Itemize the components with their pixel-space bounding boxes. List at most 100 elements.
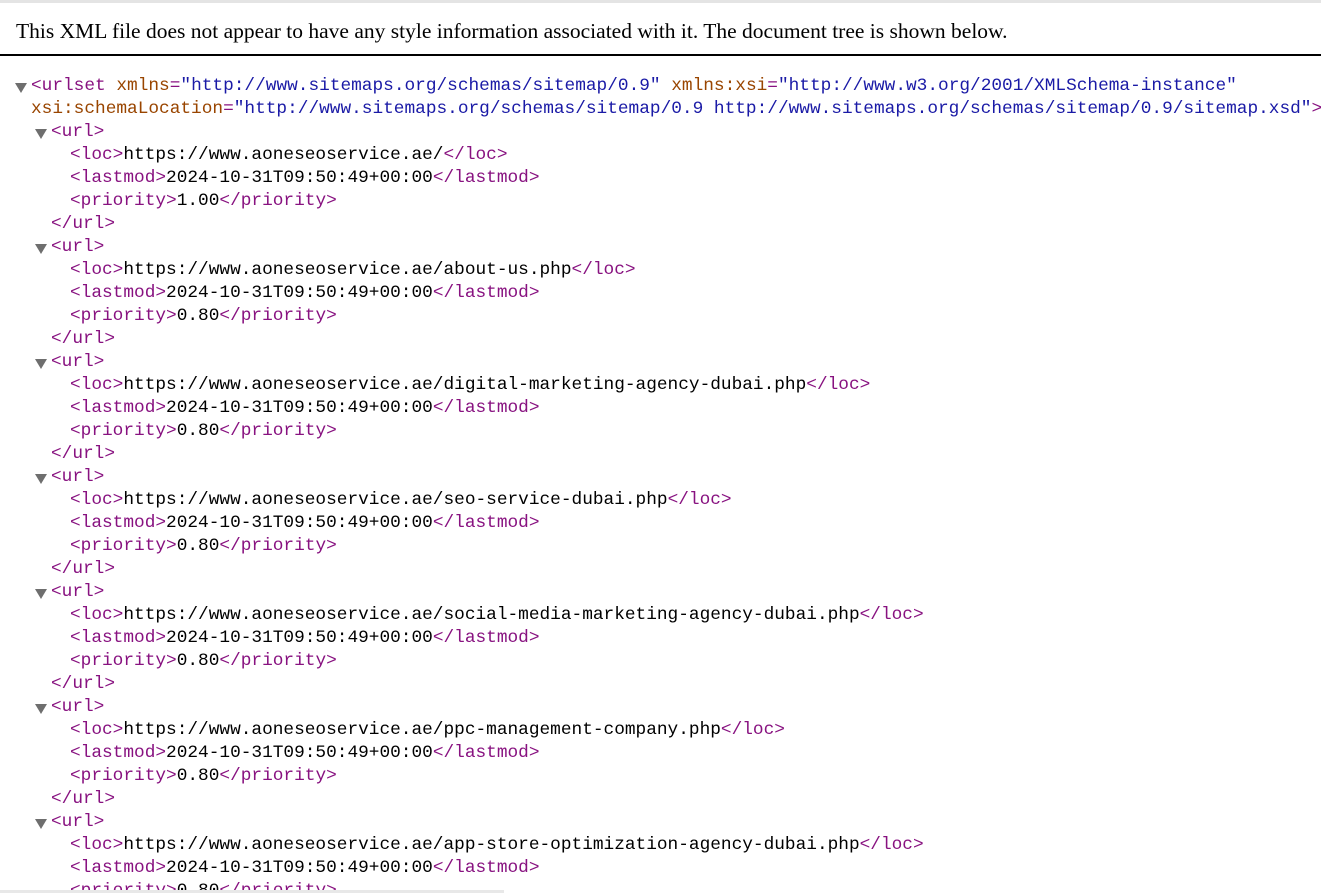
url-close-tag: </url> bbox=[51, 789, 116, 809]
url-close-line: </url> bbox=[51, 673, 115, 696]
priority-value: 0.80 bbox=[176, 766, 220, 786]
url-collapse-icon[interactable] bbox=[35, 704, 47, 714]
priority-open-tag: <priority> bbox=[70, 536, 177, 556]
url-collapse-icon[interactable] bbox=[35, 589, 47, 599]
loc-close-tag: </loc> bbox=[806, 375, 871, 395]
url-collapse-icon[interactable] bbox=[35, 474, 47, 484]
lastmod-open-tag: <lastmod> bbox=[70, 168, 167, 188]
lastmod-line: <lastmod>2024-10-31T09:50:49+00:00</last… bbox=[70, 167, 540, 190]
priority-value: 0.80 bbox=[176, 421, 220, 441]
url-collapse-icon[interactable] bbox=[35, 244, 47, 254]
urlset-attr-xmlns-xsi: xmlns:xsi bbox=[671, 76, 768, 96]
url-close-line: </url> bbox=[51, 443, 115, 466]
priority-line: <priority>0.80</priority> bbox=[70, 765, 337, 788]
url-collapse-icon[interactable] bbox=[35, 359, 47, 369]
url-open-tag: <url> bbox=[51, 352, 105, 372]
url-collapse-icon[interactable] bbox=[35, 819, 47, 829]
lastmod-value: 2024-10-31T09:50:49+00:00 bbox=[166, 398, 433, 418]
url-collapse-icon[interactable] bbox=[35, 129, 47, 139]
url-open-tag: <url> bbox=[51, 582, 105, 602]
priority-line: <priority>0.80</priority> bbox=[70, 535, 337, 558]
loc-line: <loc>https://www.aoneseoservice.ae/about… bbox=[70, 259, 636, 282]
loc-line: <loc>https://www.aoneseoservice.ae/app-s… bbox=[70, 834, 924, 857]
xml-tree: <urlset xmlns="http://www.sitemaps.org/s… bbox=[0, 75, 1321, 893]
priority-close-tag: </priority> bbox=[219, 651, 337, 671]
priority-open-tag: <priority> bbox=[70, 766, 177, 786]
priority-line: <priority>0.80</priority> bbox=[70, 650, 337, 673]
urlset-open-line-2: xsi:schemaLocation="http://www.sitemaps.… bbox=[31, 98, 1321, 121]
lastmod-line: <lastmod>2024-10-31T09:50:49+00:00</last… bbox=[70, 282, 540, 305]
priority-close-tag: </priority> bbox=[219, 191, 337, 211]
url-close-tag: </url> bbox=[51, 559, 116, 579]
url-close-line: </url> bbox=[51, 788, 115, 811]
lastmod-value: 2024-10-31T09:50:49+00:00 bbox=[166, 858, 433, 878]
priority-value: 0.80 bbox=[176, 536, 220, 556]
urlset-collapse-icon[interactable] bbox=[15, 83, 27, 93]
priority-close-tag: </priority> bbox=[219, 766, 337, 786]
priority-open-tag: <priority> bbox=[70, 306, 177, 326]
priority-line: <priority>0.80</priority> bbox=[70, 305, 337, 328]
loc-close-tag: </loc> bbox=[720, 720, 785, 740]
loc-open-tag: <loc> bbox=[70, 720, 124, 740]
lastmod-value: 2024-10-31T09:50:49+00:00 bbox=[166, 168, 433, 188]
urlset-attr-xmlns: xmlns bbox=[116, 76, 170, 96]
loc-line: <loc>https://www.aoneseoservice.ae/digit… bbox=[70, 374, 870, 397]
eq-sign: = bbox=[169, 76, 181, 96]
url-close-line: </url> bbox=[51, 558, 115, 581]
lastmod-open-tag: <lastmod> bbox=[70, 513, 167, 533]
loc-value: https://www.aoneseoservice.ae/digital-ma… bbox=[123, 375, 807, 395]
priority-line: <priority>0.80</priority> bbox=[70, 420, 337, 443]
loc-close-tag: </loc> bbox=[667, 490, 732, 510]
urlset-attr-schema-location-value: "http://www.sitemaps.org/schemas/sitemap… bbox=[233, 99, 1312, 119]
lastmod-open-tag: <lastmod> bbox=[70, 743, 167, 763]
loc-open-tag: <loc> bbox=[70, 375, 124, 395]
lastmod-value: 2024-10-31T09:50:49+00:00 bbox=[166, 628, 433, 648]
urlset-attr-xmlns-value: "http://www.sitemaps.org/schemas/sitemap… bbox=[180, 76, 661, 96]
lastmod-value: 2024-10-31T09:50:49+00:00 bbox=[166, 283, 433, 303]
url-open-tag: <url> bbox=[51, 697, 105, 717]
url-close-tag: </url> bbox=[51, 674, 116, 694]
loc-value: https://www.aoneseoservice.ae/ bbox=[123, 145, 444, 165]
url-close-tag: </url> bbox=[51, 444, 116, 464]
url-open-tag: <url> bbox=[51, 237, 105, 257]
lastmod-close-tag: </lastmod> bbox=[432, 743, 540, 763]
info-bar: This XML file does not appear to have an… bbox=[0, 3, 1321, 56]
lastmod-close-tag: </lastmod> bbox=[432, 858, 540, 878]
loc-close-tag: </loc> bbox=[443, 145, 508, 165]
lastmod-value: 2024-10-31T09:50:49+00:00 bbox=[166, 743, 433, 763]
lastmod-line: <lastmod>2024-10-31T09:50:49+00:00</last… bbox=[70, 857, 540, 880]
priority-close-tag: </priority> bbox=[219, 536, 337, 556]
loc-line: <loc>https://www.aoneseoservice.ae/</loc… bbox=[70, 144, 508, 167]
url-open-tag: <url> bbox=[51, 812, 105, 832]
lastmod-line: <lastmod>2024-10-31T09:50:49+00:00</last… bbox=[70, 742, 540, 765]
lastmod-open-tag: <lastmod> bbox=[70, 398, 167, 418]
priority-value: 0.80 bbox=[176, 651, 220, 671]
urlset-tag: <urlset bbox=[31, 76, 106, 96]
loc-value: https://www.aoneseoservice.ae/app-store-… bbox=[123, 835, 860, 855]
eq-sign: = bbox=[223, 99, 234, 119]
priority-line: <priority>1.00</priority> bbox=[70, 190, 337, 213]
url-close-line: </url> bbox=[51, 213, 115, 236]
lastmod-open-tag: <lastmod> bbox=[70, 283, 167, 303]
loc-open-tag: <loc> bbox=[70, 835, 124, 855]
urlset-attr-xmlns-xsi-value: "http://www.w3.org/2001/XMLSchema-instan… bbox=[777, 76, 1237, 96]
priority-open-tag: <priority> bbox=[70, 191, 177, 211]
lastmod-open-tag: <lastmod> bbox=[70, 628, 167, 648]
lastmod-line: <lastmod>2024-10-31T09:50:49+00:00</last… bbox=[70, 397, 540, 420]
url-close-line: </url> bbox=[51, 328, 115, 351]
loc-value: https://www.aoneseoservice.ae/about-us.p… bbox=[123, 260, 572, 280]
priority-open-tag: <priority> bbox=[70, 421, 177, 441]
close-bracket: > bbox=[1311, 99, 1321, 119]
lastmod-close-tag: </lastmod> bbox=[432, 398, 540, 418]
priority-value: 1.00 bbox=[176, 191, 220, 211]
url-open-tag: <url> bbox=[51, 122, 105, 142]
loc-value: https://www.aoneseoservice.ae/ppc-manage… bbox=[123, 720, 721, 740]
lastmod-line: <lastmod>2024-10-31T09:50:49+00:00</last… bbox=[70, 627, 540, 650]
lastmod-line: <lastmod>2024-10-31T09:50:49+00:00</last… bbox=[70, 512, 540, 535]
lastmod-close-tag: </lastmod> bbox=[432, 168, 540, 188]
url-close-tag: </url> bbox=[51, 214, 116, 234]
loc-open-tag: <loc> bbox=[70, 260, 124, 280]
loc-open-tag: <loc> bbox=[70, 605, 124, 625]
eq-sign: = bbox=[767, 76, 778, 96]
loc-close-tag: </loc> bbox=[859, 605, 924, 625]
